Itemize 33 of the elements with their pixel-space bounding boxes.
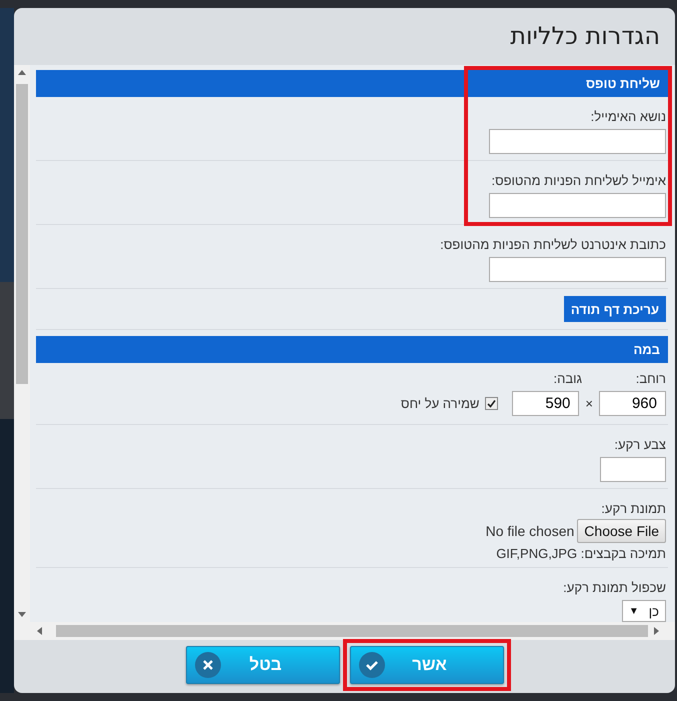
color-field[interactable] xyxy=(600,457,666,482)
input-field[interactable] xyxy=(489,257,666,282)
input-field[interactable] xyxy=(489,129,666,154)
height-field[interactable]: 590 xyxy=(512,391,580,416)
scroll-up-icon[interactable] xyxy=(18,69,26,75)
check-icon xyxy=(358,652,384,678)
field-label: שכפול תמונת רקע: xyxy=(563,580,666,595)
width-field[interactable]: 960 xyxy=(599,391,666,416)
edit-page-button[interactable]: עריכת דף תודה xyxy=(564,296,666,322)
section-header: שליחת טופס xyxy=(36,70,668,97)
file-types-note: תמיכה בקבצים: GIF,PNG,JPG xyxy=(496,546,666,561)
scroll-right-icon[interactable] xyxy=(654,627,660,635)
vertical-scrollbar[interactable] xyxy=(14,65,30,622)
field-label: כתובת אינטרנט לשליחת הפניות מהטופס: xyxy=(440,237,666,252)
choose-file-button[interactable]: Choose File xyxy=(577,519,666,543)
field-label: נושא האימייל: xyxy=(590,109,666,124)
section-header: במה xyxy=(36,336,668,363)
field-label: צבע רקע: xyxy=(614,437,666,452)
close-icon xyxy=(194,652,220,678)
field-label: גובה: xyxy=(553,371,582,386)
file-status: No file chosen xyxy=(486,523,574,539)
keep-ratio-checkbox[interactable] xyxy=(485,397,498,410)
dialog-title: הגדרות כלליות xyxy=(509,21,661,52)
keep-ratio-label: שמירה על יחס xyxy=(400,396,480,411)
horizontal-scrollbar[interactable] xyxy=(14,622,675,640)
field-label: אימייל לשליחת הפניות מהטופס: xyxy=(491,173,666,188)
field-label: רוחב: xyxy=(634,371,666,386)
repeat-select[interactable]: כן ▼ xyxy=(622,600,666,622)
field-label: תמונת רקע: xyxy=(601,501,666,516)
times-sign: × xyxy=(585,396,593,411)
input-field[interactable] xyxy=(489,193,666,218)
scroll-down-icon[interactable] xyxy=(18,612,26,618)
scroll-left-icon[interactable] xyxy=(36,627,42,635)
